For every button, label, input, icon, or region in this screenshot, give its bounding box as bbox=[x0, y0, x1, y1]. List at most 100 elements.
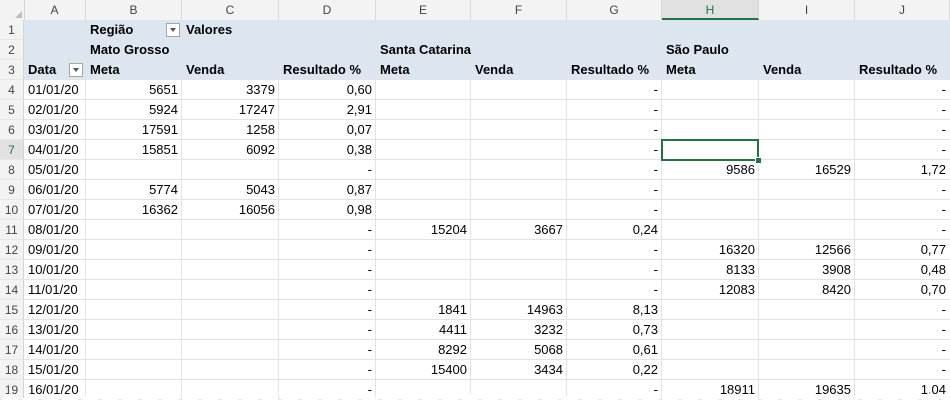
value-cell[interactable] bbox=[471, 240, 567, 260]
date-cell[interactable]: 07/01/20 bbox=[24, 200, 86, 220]
row-header-11[interactable]: 11 bbox=[0, 220, 24, 240]
column-header-a[interactable]: A bbox=[24, 0, 86, 20]
value-cell[interactable]: - bbox=[567, 200, 662, 220]
value-cell[interactable] bbox=[662, 100, 759, 120]
value-cell[interactable] bbox=[182, 280, 279, 300]
value-cell[interactable] bbox=[759, 340, 855, 360]
row-header-18[interactable]: 18 bbox=[0, 360, 24, 380]
value-cell[interactable]: - bbox=[279, 360, 376, 380]
value-cell[interactable] bbox=[471, 120, 567, 140]
value-cell[interactable]: - bbox=[855, 340, 950, 360]
value-cell[interactable] bbox=[759, 320, 855, 340]
value-cell[interactable]: 9586 bbox=[662, 160, 759, 180]
value-cell[interactable] bbox=[86, 340, 182, 360]
row-header-17[interactable]: 17 bbox=[0, 340, 24, 360]
row-header-13[interactable]: 13 bbox=[0, 260, 24, 280]
value-cell[interactable] bbox=[471, 180, 567, 200]
value-cell[interactable] bbox=[759, 300, 855, 320]
row-header-8[interactable]: 8 bbox=[0, 160, 24, 180]
value-cell[interactable]: 3667 bbox=[471, 220, 567, 240]
value-cell[interactable]: 17591 bbox=[86, 120, 182, 140]
value-cell[interactable]: - bbox=[279, 220, 376, 240]
value-cell[interactable] bbox=[376, 160, 471, 180]
value-cell[interactable] bbox=[182, 300, 279, 320]
date-cell[interactable]: 14/01/20 bbox=[24, 340, 86, 360]
value-cell[interactable] bbox=[182, 220, 279, 240]
column-header-h[interactable]: H bbox=[662, 0, 759, 20]
column-header-g[interactable]: G bbox=[567, 0, 662, 20]
value-cell[interactable]: 5774 bbox=[86, 180, 182, 200]
row-header-6[interactable]: 6 bbox=[0, 120, 24, 140]
value-cell[interactable] bbox=[662, 340, 759, 360]
value-cell[interactable]: - bbox=[567, 260, 662, 280]
value-cell[interactable]: - bbox=[855, 80, 950, 100]
data-filter-dropdown-icon[interactable] bbox=[69, 63, 83, 77]
date-cell[interactable]: 02/01/20 bbox=[24, 100, 86, 120]
value-cell[interactable] bbox=[759, 120, 855, 140]
value-cell[interactable] bbox=[471, 160, 567, 180]
value-cell[interactable] bbox=[182, 340, 279, 360]
value-cell[interactable]: - bbox=[567, 120, 662, 140]
value-cell[interactable]: - bbox=[855, 320, 950, 340]
date-cell[interactable]: 15/01/20 bbox=[24, 360, 86, 380]
value-cell[interactable]: - bbox=[855, 220, 950, 240]
value-cell[interactable]: - bbox=[855, 180, 950, 200]
value-cell[interactable]: - bbox=[855, 300, 950, 320]
value-cell[interactable]: 0,87 bbox=[279, 180, 376, 200]
value-cell[interactable] bbox=[759, 360, 855, 380]
value-cell[interactable] bbox=[86, 260, 182, 280]
value-cell[interactable]: 0,24 bbox=[567, 220, 662, 240]
value-cell[interactable]: - bbox=[567, 140, 662, 160]
row-header-7[interactable]: 7 bbox=[0, 140, 24, 160]
value-cell[interactable] bbox=[182, 160, 279, 180]
value-cell[interactable]: 0,61 bbox=[567, 340, 662, 360]
value-cell[interactable] bbox=[86, 360, 182, 380]
row-header-2[interactable]: 2 bbox=[0, 40, 24, 60]
value-cell[interactable]: 5068 bbox=[471, 340, 567, 360]
value-cell[interactable] bbox=[662, 360, 759, 380]
value-cell[interactable] bbox=[662, 80, 759, 100]
value-cell[interactable]: - bbox=[279, 160, 376, 180]
row-header-10[interactable]: 10 bbox=[0, 200, 24, 220]
value-cell[interactable] bbox=[376, 140, 471, 160]
value-cell[interactable] bbox=[182, 260, 279, 280]
value-cell[interactable]: 15204 bbox=[376, 220, 471, 240]
value-cell[interactable]: 3232 bbox=[471, 320, 567, 340]
value-cell[interactable] bbox=[86, 240, 182, 260]
value-cell[interactable]: - bbox=[279, 240, 376, 260]
fill-handle[interactable] bbox=[755, 157, 762, 164]
value-cell[interactable] bbox=[86, 320, 182, 340]
value-cell[interactable]: 15851 bbox=[86, 140, 182, 160]
value-cell[interactable]: 0,60 bbox=[279, 80, 376, 100]
value-cell[interactable]: - bbox=[567, 180, 662, 200]
value-cell[interactable]: 5924 bbox=[86, 100, 182, 120]
value-cell[interactable] bbox=[662, 300, 759, 320]
value-cell[interactable]: 16529 bbox=[759, 160, 855, 180]
value-cell[interactable] bbox=[759, 140, 855, 160]
value-cell[interactable]: 16320 bbox=[662, 240, 759, 260]
spreadsheet[interactable]: A B C D E F G H I J 1 2 3 4 5 6 7 8 9 10 11 12 13 14 15 16 17 18 19 R… bbox=[0, 0, 950, 409]
value-cell[interactable] bbox=[182, 360, 279, 380]
value-cell[interactable] bbox=[662, 220, 759, 240]
value-cell[interactable]: 8420 bbox=[759, 280, 855, 300]
value-cell[interactable] bbox=[376, 100, 471, 120]
value-cell[interactable]: 5043 bbox=[182, 180, 279, 200]
value-cell[interactable] bbox=[471, 140, 567, 160]
date-cell[interactable]: 13/01/20 bbox=[24, 320, 86, 340]
value-cell[interactable]: - bbox=[855, 140, 950, 160]
value-cell[interactable]: 3908 bbox=[759, 260, 855, 280]
date-cell[interactable]: 03/01/20 bbox=[24, 120, 86, 140]
date-cell[interactable]: 05/01/20 bbox=[24, 160, 86, 180]
date-cell[interactable]: 08/01/20 bbox=[24, 220, 86, 240]
column-header-d[interactable]: D bbox=[279, 0, 376, 20]
value-cell[interactable]: 0,73 bbox=[567, 320, 662, 340]
value-cell[interactable]: 4411 bbox=[376, 320, 471, 340]
value-cell[interactable] bbox=[376, 80, 471, 100]
value-cell[interactable] bbox=[662, 200, 759, 220]
value-cell[interactable] bbox=[759, 220, 855, 240]
value-cell[interactable] bbox=[662, 120, 759, 140]
value-cell[interactable]: 0,07 bbox=[279, 120, 376, 140]
column-header-c[interactable]: C bbox=[182, 0, 279, 20]
date-cell[interactable]: 06/01/20 bbox=[24, 180, 86, 200]
row-header-4[interactable]: 4 bbox=[0, 80, 24, 100]
